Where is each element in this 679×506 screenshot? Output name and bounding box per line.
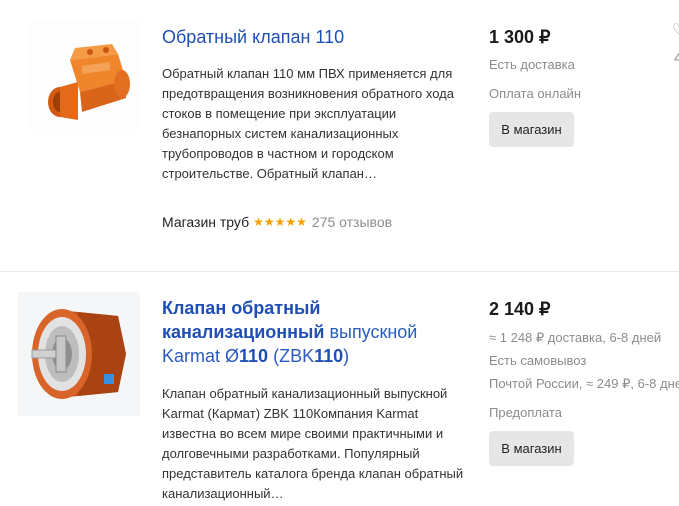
product-card: Клапан обратный канализационный выпускно… (0, 272, 679, 506)
rating-stars: ★★★★★ (253, 215, 307, 229)
delivery-info: ≈ 1 248 ₽ доставка, 6-8 дней (489, 330, 662, 345)
shop-name[interactable]: Магазин труб (162, 214, 249, 230)
price: 2 140 ₽ (489, 299, 551, 319)
product-description: Клапан обратный канализационный выпускно… (162, 386, 464, 501)
price: 1 300 ₽ (489, 27, 551, 47)
post-delivery-info: Почтой России, ≈ 249 ₽, 6-8 дне (489, 376, 679, 391)
product-description: Обратный клапан 110 мм ПВХ применяется д… (162, 66, 454, 181)
product-card: Обратный клапан 110 Обратный клапан 110 … (0, 0, 679, 272)
product-image[interactable] (18, 292, 140, 416)
rating-value: 4 (674, 50, 679, 67)
payment-info: Оплата онлайн (489, 86, 581, 101)
favorite-icon[interactable]: ♡ (672, 20, 679, 40)
delivery-info: Есть доставка (489, 57, 575, 72)
product-title[interactable]: Обратный клапан 110 (162, 25, 344, 49)
pickup-info: Есть самовывоз (489, 353, 587, 368)
product-image[interactable] (30, 20, 140, 130)
product-title[interactable]: Клапан обратный канализационный выпускно… (162, 296, 462, 368)
to-shop-button[interactable]: В магазин (489, 112, 574, 147)
reviews-link[interactable]: 275 отзывов (312, 214, 392, 230)
payment-info: Предоплата (489, 405, 562, 420)
to-shop-button[interactable]: В магазин (489, 431, 574, 466)
shop-info: Магазин труб ★★★★★ 275 отзывов (162, 214, 392, 230)
